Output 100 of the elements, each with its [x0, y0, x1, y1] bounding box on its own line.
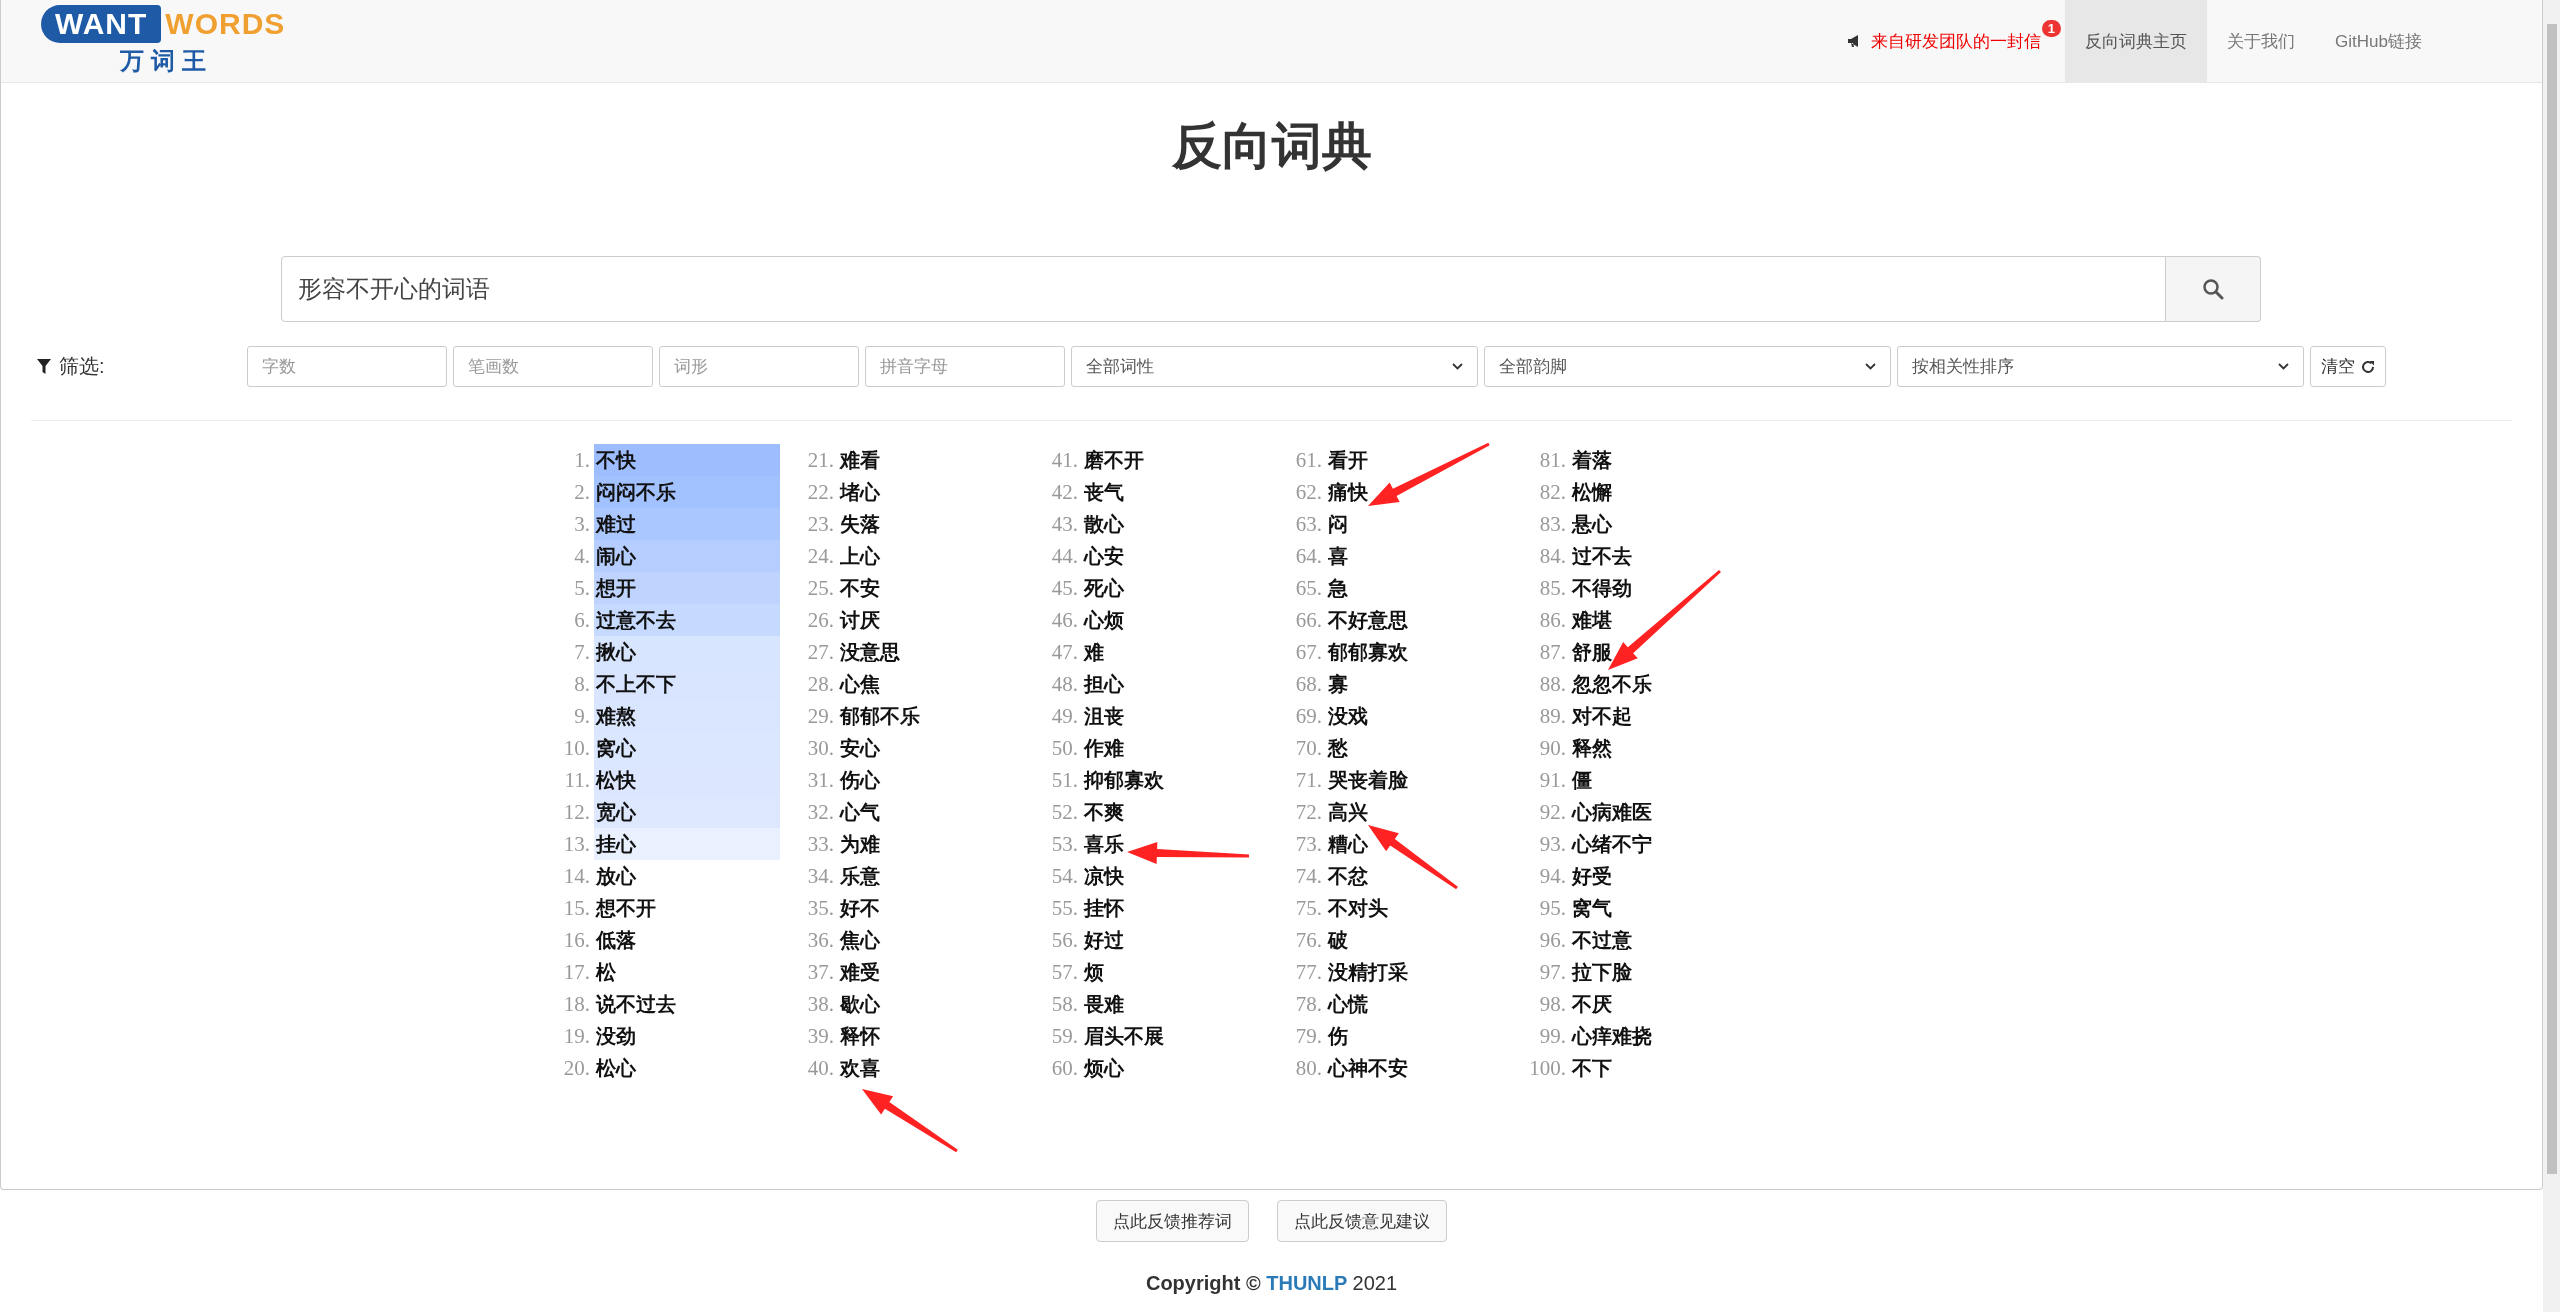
result-word[interactable]: 难过: [594, 508, 780, 540]
result-word[interactable]: 舒服: [1570, 636, 1612, 668]
result-word[interactable]: 沮丧: [1082, 700, 1124, 732]
result-word[interactable]: 松心: [594, 1052, 636, 1084]
result-word[interactable]: 着落: [1570, 444, 1612, 476]
result-word[interactable]: 想不开: [594, 892, 656, 924]
result-word[interactable]: 喜: [1326, 540, 1348, 572]
result-word[interactable]: 伤: [1326, 1020, 1348, 1052]
nav-item[interactable]: GitHub链接: [2315, 0, 2442, 82]
result-word[interactable]: 喜乐: [1082, 828, 1124, 860]
result-word[interactable]: 心安: [1082, 540, 1124, 572]
result-word[interactable]: 僵: [1570, 764, 1592, 796]
result-word[interactable]: 心气: [838, 796, 880, 828]
result-word[interactable]: 失落: [838, 508, 880, 540]
result-word[interactable]: 心焦: [838, 668, 880, 700]
result-word[interactable]: 挂怀: [1082, 892, 1124, 924]
result-word[interactable]: 哭丧着脸: [1326, 764, 1408, 796]
result-word[interactable]: 没戏: [1326, 700, 1368, 732]
filter-dropdown[interactable]: 全部韵脚: [1484, 346, 1891, 387]
result-word[interactable]: 好过: [1082, 924, 1124, 956]
thunlp-link[interactable]: THUNLP: [1266, 1272, 1347, 1294]
filter-dropdown[interactable]: 按相关性排序: [1897, 346, 2304, 387]
scrollbar[interactable]: [2543, 0, 2560, 1312]
result-word[interactable]: 对不起: [1570, 700, 1632, 732]
logo[interactable]: WANT WORDS 万 词 王: [41, 0, 286, 82]
result-word[interactable]: 松懈: [1570, 476, 1612, 508]
result-word[interactable]: 闹心: [594, 540, 780, 572]
result-word[interactable]: 松快: [594, 764, 780, 796]
result-word[interactable]: 破: [1326, 924, 1348, 956]
result-word[interactable]: 丧气: [1082, 476, 1124, 508]
result-word[interactable]: 痛快: [1326, 476, 1368, 508]
result-word[interactable]: 不爽: [1082, 796, 1124, 828]
result-word[interactable]: 安心: [838, 732, 880, 764]
result-word[interactable]: 糟心: [1326, 828, 1368, 860]
result-word[interactable]: 烦: [1082, 956, 1104, 988]
result-word[interactable]: 不对头: [1326, 892, 1388, 924]
result-word[interactable]: 心绪不宁: [1570, 828, 1652, 860]
result-word[interactable]: 闷闷不乐: [594, 476, 780, 508]
result-word[interactable]: 看开: [1326, 444, 1368, 476]
result-word[interactable]: 作难: [1082, 732, 1124, 764]
result-word[interactable]: 散心: [1082, 508, 1124, 540]
result-word[interactable]: 心烦: [1082, 604, 1124, 636]
feedback-button[interactable]: 点此反馈推荐词: [1096, 1200, 1249, 1242]
result-word[interactable]: 说不过去: [594, 988, 676, 1020]
result-word[interactable]: 高兴: [1326, 796, 1368, 828]
result-word[interactable]: 焦心: [838, 924, 880, 956]
search-field[interactable]: 形容不开心的词语: [281, 256, 2166, 322]
result-word[interactable]: 歇心: [838, 988, 880, 1020]
result-word[interactable]: 没劲: [594, 1020, 636, 1052]
result-word[interactable]: 抑郁寡欢: [1082, 764, 1164, 796]
result-word[interactable]: 释怀: [838, 1020, 880, 1052]
result-word[interactable]: 眉头不展: [1082, 1020, 1164, 1052]
result-word[interactable]: 难受: [838, 956, 880, 988]
result-word[interactable]: 寡: [1326, 668, 1348, 700]
result-word[interactable]: 凉快: [1082, 860, 1124, 892]
result-word[interactable]: 死心: [1082, 572, 1124, 604]
result-word[interactable]: 松: [594, 956, 616, 988]
result-word[interactable]: 过意不去: [594, 604, 780, 636]
search-button[interactable]: [2166, 256, 2261, 322]
result-word[interactable]: 放心: [594, 860, 636, 892]
result-word[interactable]: 没精打采: [1326, 956, 1408, 988]
result-word[interactable]: 不快: [594, 444, 780, 476]
result-word[interactable]: 心痒难挠: [1570, 1020, 1652, 1052]
result-word[interactable]: 为难: [838, 828, 880, 860]
result-word[interactable]: 磨不开: [1082, 444, 1144, 476]
result-word[interactable]: 好不: [838, 892, 880, 924]
result-word[interactable]: 过不去: [1570, 540, 1632, 572]
result-word[interactable]: 不下: [1570, 1052, 1612, 1084]
result-word[interactable]: 不上不下: [594, 668, 780, 700]
result-word[interactable]: 难熬: [594, 700, 780, 732]
result-word[interactable]: 担心: [1082, 668, 1124, 700]
notice-link[interactable]: 来自研发团队的一封信 1: [1823, 0, 2066, 82]
result-word[interactable]: 忽忽不乐: [1570, 668, 1652, 700]
result-word[interactable]: 急: [1326, 572, 1348, 604]
result-word[interactable]: 伤心: [838, 764, 880, 796]
nav-item[interactable]: 关于我们: [2207, 0, 2316, 82]
result-word[interactable]: 不忿: [1326, 860, 1368, 892]
result-word[interactable]: 堵心: [838, 476, 880, 508]
result-word[interactable]: 揪心: [594, 636, 780, 668]
result-word[interactable]: 窝气: [1570, 892, 1612, 924]
result-word[interactable]: 烦心: [1082, 1052, 1124, 1084]
result-word[interactable]: 难: [1082, 636, 1104, 668]
result-word[interactable]: 心病难医: [1570, 796, 1652, 828]
result-word[interactable]: 不厌: [1570, 988, 1612, 1020]
result-word[interactable]: 心慌: [1326, 988, 1368, 1020]
result-word[interactable]: 郁郁寡欢: [1326, 636, 1408, 668]
clear-button[interactable]: 清空: [2310, 346, 2386, 387]
result-word[interactable]: 挂心: [594, 828, 780, 860]
result-word[interactable]: 窝心: [594, 732, 780, 764]
result-word[interactable]: 上心: [838, 540, 880, 572]
feedback-button[interactable]: 点此反馈意见建议: [1277, 1200, 1447, 1242]
result-word[interactable]: 没意思: [838, 636, 900, 668]
result-word[interactable]: 讨厌: [838, 604, 880, 636]
result-word[interactable]: 难看: [838, 444, 880, 476]
result-word[interactable]: 畏难: [1082, 988, 1124, 1020]
result-word[interactable]: 低落: [594, 924, 636, 956]
result-word[interactable]: 拉下脸: [1570, 956, 1632, 988]
result-word[interactable]: 不得劲: [1570, 572, 1632, 604]
result-word[interactable]: 不安: [838, 572, 880, 604]
result-word[interactable]: 不过意: [1570, 924, 1632, 956]
